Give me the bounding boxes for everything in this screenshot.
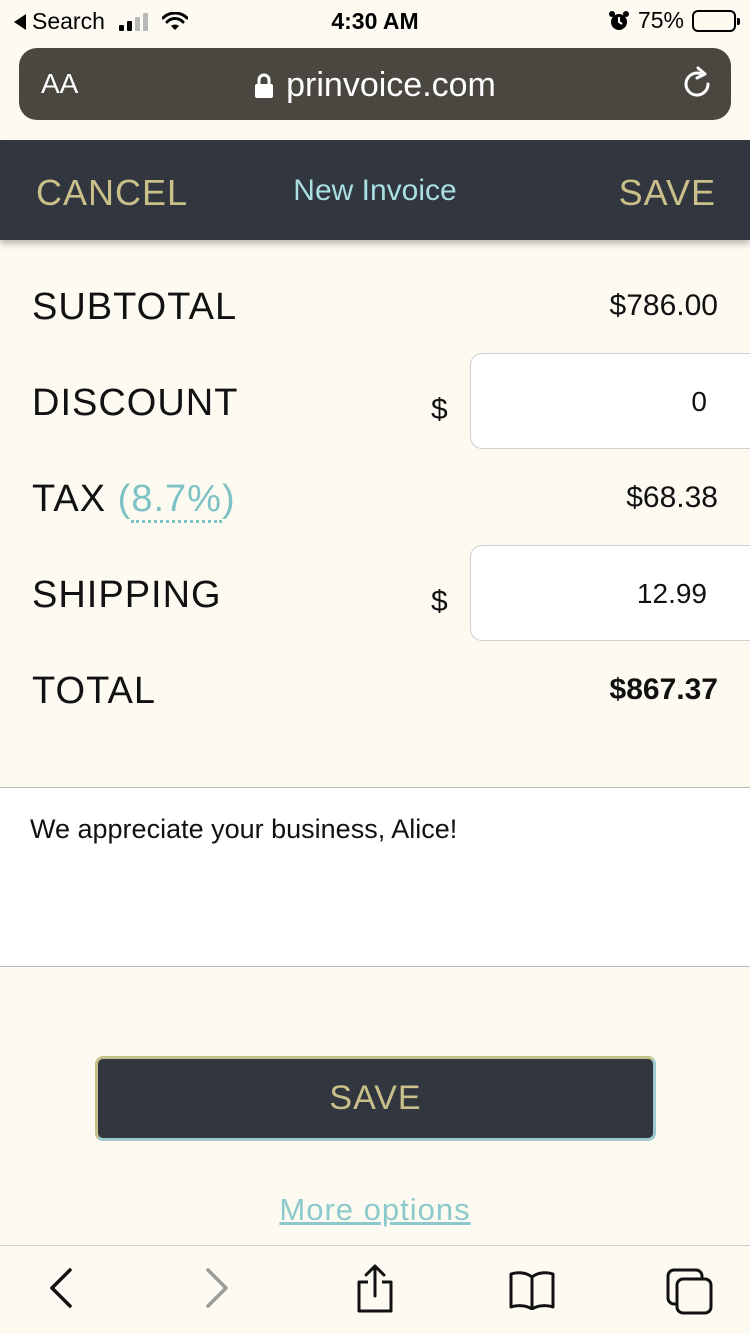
url-display[interactable]: prinvoice.com: [19, 66, 731, 105]
total-label: TOTAL: [32, 670, 156, 712]
app-header: CANCEL New Invoice SAVE: [0, 140, 750, 240]
tax-row-label: TAX (8.7%): [32, 478, 236, 523]
total-value: $867.37: [609, 673, 718, 706]
reload-icon[interactable]: [681, 66, 715, 102]
bookmarks-icon[interactable]: [508, 1270, 556, 1310]
tax-label: TAX: [32, 478, 107, 520]
shipping-label: SHIPPING: [32, 574, 222, 616]
back-icon[interactable]: [46, 1266, 76, 1310]
forward-icon[interactable]: [202, 1266, 232, 1310]
battery-percent: 75%: [637, 7, 684, 33]
lock-icon: [255, 73, 274, 98]
save-button[interactable]: SAVE: [95, 1056, 656, 1141]
shipping-currency: $: [431, 585, 448, 618]
tabs-icon[interactable]: [664, 1266, 716, 1316]
tax-rate-link[interactable]: (8.7%): [118, 478, 236, 523]
discount-currency: $: [431, 393, 448, 426]
address-bar[interactable]: AA prinvoice.com: [19, 48, 731, 120]
more-options-link[interactable]: More options: [0, 1192, 750, 1228]
status-bar: Search 4:30 AM 75%: [0, 0, 750, 40]
subtotal-value: $786.00: [609, 289, 718, 322]
tax-value: $68.38: [626, 481, 718, 514]
shipping-value: 12.99: [636, 578, 707, 609]
discount-value: 0: [691, 386, 707, 417]
url-text: prinvoice.com: [286, 66, 496, 104]
discount-label: DISCOUNT: [32, 382, 239, 424]
browser-toolbar: [0, 1245, 750, 1334]
discount-field[interactable]: 0: [470, 353, 750, 449]
notes-textarea[interactable]: We appreciate your business, Alice!: [0, 787, 750, 967]
alarm-icon: [608, 10, 629, 30]
subtotal-label: SUBTOTAL: [32, 286, 238, 328]
header-save-button[interactable]: SAVE: [619, 172, 716, 214]
status-right: 75%: [608, 7, 740, 34]
notes-text: We appreciate your business, Alice!: [30, 814, 458, 844]
shipping-field[interactable]: 12.99: [470, 545, 750, 641]
battery-icon: [692, 9, 740, 32]
tax-rate: 8.7%: [131, 478, 222, 523]
share-icon[interactable]: [354, 1264, 396, 1314]
